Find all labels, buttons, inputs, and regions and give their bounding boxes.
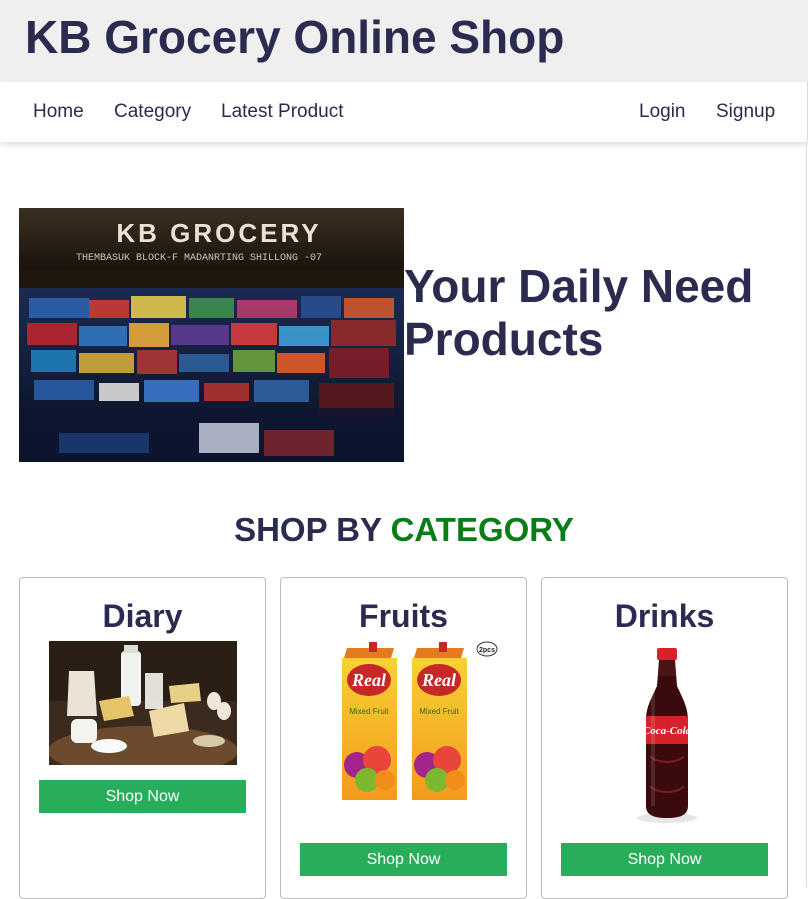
section-title-accent: CATEGORY (390, 511, 574, 548)
category-card-diary: Diary Shop Now (19, 577, 266, 899)
pack-count-badge: 2pcs (479, 647, 495, 654)
drinks-shop-now-button[interactable]: Shop Now (561, 843, 768, 876)
card-title: Diary (102, 598, 183, 634)
nav-home-link[interactable]: Home (33, 101, 84, 123)
dairy-products-image (49, 641, 237, 765)
store-sign-subtext: THEMBASUK BLOCK-F MADANRTING SHILLONG -0… (76, 253, 322, 264)
store-front-image: KB GROCERY THEMBASUK BLOCK-F MADANRTING … (19, 208, 404, 462)
hero-heading: Your Daily Need Products (404, 260, 754, 365)
juice-pack-right: Real Mixed Fruit (412, 642, 467, 800)
category-card-drinks: Drinks Coca-Cola Shop Now (541, 577, 788, 899)
section-title: SHOP BY CATEGORY (0, 510, 808, 550)
card-title: Fruits (359, 598, 448, 634)
pack-brand: Real (351, 670, 386, 690)
diary-shop-now-button[interactable]: Shop Now (39, 780, 246, 813)
nav-signup-link[interactable]: Signup (716, 101, 775, 123)
nav-category-link[interactable]: Category (114, 101, 191, 123)
pack-brand: Real (421, 670, 456, 690)
nav-login-link[interactable]: Login (639, 101, 686, 123)
fruit-juice-image: Real Mixed Fruit Real Mixed Fruit 2pcs (339, 640, 501, 802)
fruits-shop-now-button[interactable]: Shop Now (300, 843, 507, 876)
cola-bottle-image: Coca-Cola (632, 646, 702, 824)
store-sign-text: KB GROCERY (116, 218, 321, 248)
pack-label: Mixed Fruit (419, 707, 459, 716)
main-navbar: Home Category Latest Product Login Signu… (0, 82, 808, 142)
juice-pack-left: Real Mixed Fruit (342, 642, 397, 800)
bottle-label: Coca-Cola (643, 725, 692, 737)
pack-label: Mixed Fruit (349, 707, 389, 716)
site-title: KB Grocery Online Shop (25, 11, 565, 63)
category-card-fruits: Fruits Real Mixed Fruit Real Mixed Fruit… (280, 577, 527, 899)
site-header: KB Grocery Online Shop (0, 0, 808, 82)
section-title-main: SHOP BY (234, 511, 382, 548)
card-title: Drinks (614, 598, 715, 634)
nav-latest-product-link[interactable]: Latest Product (221, 101, 344, 123)
